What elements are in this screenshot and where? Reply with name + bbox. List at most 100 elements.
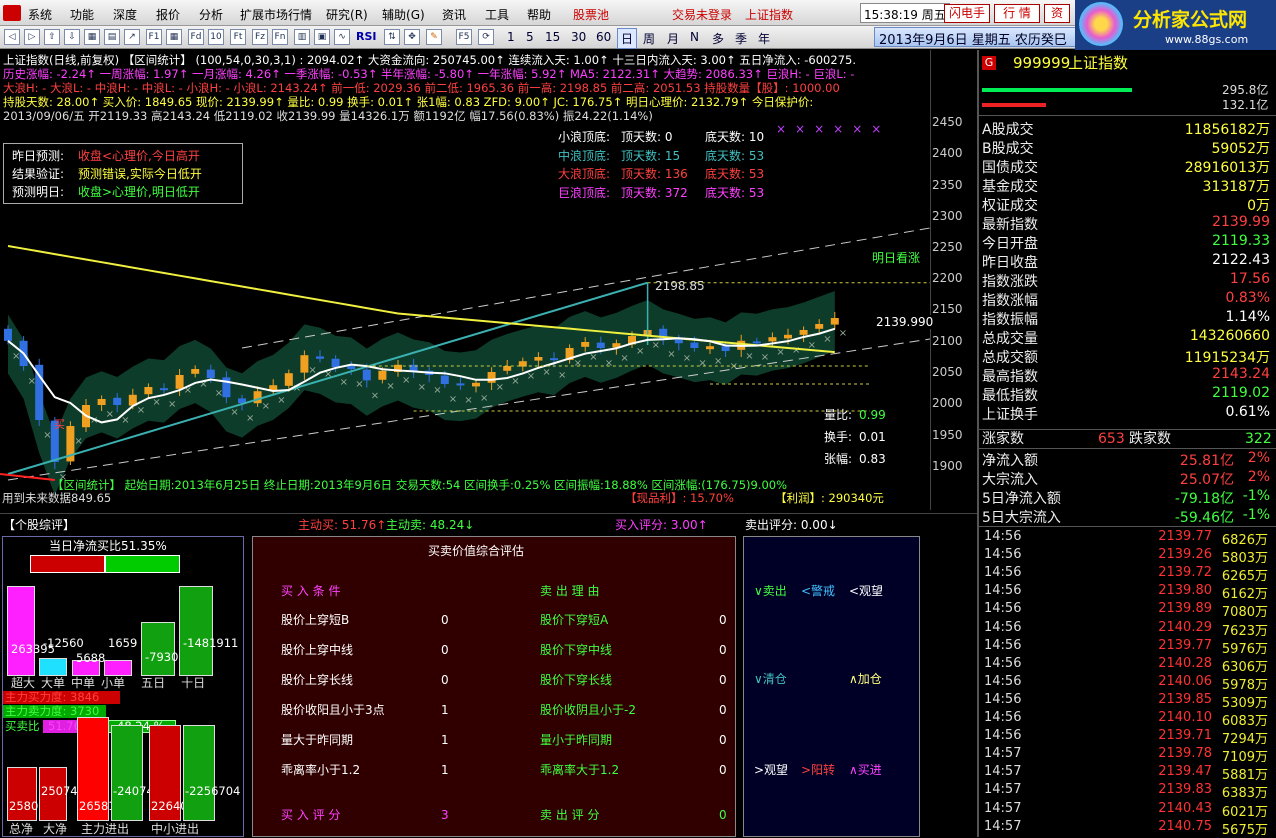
chart-icon[interactable]: ↗ bbox=[124, 29, 140, 45]
indicator-line-3: 大浪H: - 大浪L: - 中浪H: - 中浪L: - 小浪H: - 小浪L: … bbox=[3, 81, 840, 95]
sell-reason: 股价下穿中线 bbox=[540, 643, 613, 657]
period-day[interactable]: 日 bbox=[617, 28, 638, 49]
menu-stock-pool[interactable]: 股票池 bbox=[573, 6, 609, 23]
tick-volume: 5881万 bbox=[1221, 768, 1268, 784]
indicator-line-1: 上证指数(日线,前复权) 【区间统计】 (100,54,0,30,3,1) : … bbox=[3, 53, 856, 67]
period-1min[interactable]: 1 bbox=[507, 30, 515, 44]
trade-login-status[interactable]: 交易未登录 bbox=[672, 6, 732, 23]
forecast-label: 昨日预测: bbox=[12, 149, 65, 163]
tick-time: 14:56 bbox=[984, 583, 1022, 599]
tick-volume: 6306万 bbox=[1221, 659, 1268, 675]
menu-quote[interactable]: 报价 bbox=[156, 6, 180, 23]
menu-depth[interactable]: 深度 bbox=[113, 6, 137, 23]
f1-icon[interactable]: F1 bbox=[146, 29, 162, 45]
quote-row-value: 1.14% bbox=[1225, 309, 1270, 325]
menu-info[interactable]: 资讯 bbox=[442, 6, 466, 23]
tick-row: 14:57 2139.78 7109万 bbox=[982, 746, 1274, 765]
wave-top: 顶天数: 136 bbox=[621, 167, 688, 181]
period-15min[interactable]: 15 bbox=[545, 30, 560, 44]
period-30min[interactable]: 30 bbox=[571, 30, 586, 44]
date-banner: 2013年9月6日 星期五 农历癸巳 bbox=[874, 27, 1084, 47]
menu-tools[interactable]: 工具 bbox=[485, 6, 509, 23]
signal-clear: ∨清仓 bbox=[754, 672, 787, 686]
quote-row-value: 2122.43 bbox=[1212, 252, 1270, 268]
period-year[interactable]: 年 bbox=[758, 30, 770, 47]
quote-row-value: 0.83% bbox=[1225, 290, 1270, 306]
quote-row-label: 最高指数 bbox=[982, 369, 1038, 385]
layout-icon[interactable]: ▥ bbox=[294, 29, 310, 45]
f5-icon[interactable]: F5 bbox=[456, 29, 472, 45]
list-icon[interactable]: ▤ bbox=[104, 29, 120, 45]
f10-icon[interactable]: 10 bbox=[208, 29, 224, 45]
x-marker: × bbox=[152, 397, 160, 408]
tick-row: 14:56 2140.06 5978万 bbox=[982, 674, 1274, 693]
tick-price: 2139.47 bbox=[1158, 764, 1212, 780]
signal-add: ∧加仓 bbox=[849, 672, 882, 686]
menu-function[interactable]: 功能 bbox=[70, 6, 94, 23]
ft-icon[interactable]: Ft bbox=[230, 29, 246, 45]
period-quarter[interactable]: 季 bbox=[735, 30, 747, 47]
wave-icon[interactable]: ∿ bbox=[334, 29, 350, 45]
period-multi[interactable]: 多 bbox=[712, 30, 724, 47]
wave-name: 巨浪顶底: bbox=[558, 186, 611, 200]
arrows-icon[interactable]: ⇅ bbox=[384, 29, 400, 45]
move-icon[interactable]: ✥ bbox=[404, 29, 420, 45]
flow-row-pct: 2% bbox=[1247, 450, 1270, 466]
last-price-label: 2139.990 bbox=[876, 315, 934, 329]
back-icon[interactable]: ◁ bbox=[4, 29, 20, 45]
tick-price: 2139.77 bbox=[1158, 637, 1212, 653]
y-tick: 2200 bbox=[932, 271, 963, 285]
period-n[interactable]: N bbox=[690, 30, 699, 44]
menu-help[interactable]: 帮助 bbox=[527, 6, 551, 23]
period-week[interactable]: 周 bbox=[643, 30, 655, 47]
grid-icon[interactable]: ▦ bbox=[84, 29, 100, 45]
buy-score-value: 3 bbox=[441, 808, 449, 822]
quote-row-value: 28916013万 bbox=[1184, 160, 1270, 176]
buy-condition: 股价上穿短B bbox=[281, 613, 350, 627]
period-60min[interactable]: 60 bbox=[596, 30, 611, 44]
menu-system[interactable]: 系统 bbox=[28, 6, 52, 23]
flash-trade-button[interactable]: 闪电手 bbox=[944, 4, 990, 23]
sell-score-value: 0 bbox=[719, 808, 727, 822]
candle bbox=[4, 328, 12, 341]
menu-assist[interactable]: 辅助(G) bbox=[382, 6, 425, 23]
review-status-bar: 【个股综评】 主动买: 51.76↑ 主动卖: 48.24↓ 买入评分: 3.0… bbox=[0, 513, 977, 533]
period-5min[interactable]: 5 bbox=[526, 30, 534, 44]
rsi-button[interactable]: RSI bbox=[356, 30, 377, 43]
flow-row-pct: 2% bbox=[1247, 469, 1270, 485]
info-button[interactable]: 资 bbox=[1044, 4, 1070, 23]
fd-icon[interactable]: Fd bbox=[188, 29, 204, 45]
table-icon[interactable]: ▦ bbox=[166, 29, 182, 45]
period-month[interactable]: 月 bbox=[667, 30, 679, 47]
up-icon[interactable]: ⇧ bbox=[44, 29, 60, 45]
quote-row-value: 143260660 bbox=[1189, 328, 1270, 344]
quote-row-value: 0.61% bbox=[1225, 404, 1270, 420]
candle bbox=[487, 372, 496, 383]
x-marker: × bbox=[480, 393, 488, 404]
pencil-icon[interactable]: ✎ bbox=[426, 29, 442, 45]
candle bbox=[284, 373, 293, 386]
quote-row-value: 11915234万 bbox=[1184, 350, 1270, 366]
down-icon[interactable]: ⇩ bbox=[64, 29, 80, 45]
fz-icon[interactable]: Fz bbox=[252, 29, 268, 45]
forward-icon[interactable]: ▷ bbox=[24, 29, 40, 45]
fn-icon[interactable]: Fn bbox=[272, 29, 288, 45]
quote-row: 指数涨跌 17.56 bbox=[982, 271, 1274, 290]
split-icon[interactable]: ▣ bbox=[314, 29, 330, 45]
menu-extended-market[interactable]: 扩展市场行情 bbox=[240, 6, 312, 23]
tick-row: 14:56 2139.85 5309万 bbox=[982, 692, 1274, 711]
menu-analysis[interactable]: 分析 bbox=[199, 6, 223, 23]
candle bbox=[596, 342, 605, 348]
refresh-icon[interactable]: ⟳ bbox=[478, 29, 494, 45]
x-marker: × bbox=[667, 349, 675, 360]
flow-row-value: -79.18亿 bbox=[1174, 491, 1234, 507]
logo-title: 分析家公式网 bbox=[1133, 9, 1248, 31]
quote-button[interactable]: 行 情 bbox=[994, 4, 1040, 23]
quote-row-label: 昨日收盘 bbox=[982, 255, 1038, 271]
x-marker: × bbox=[355, 379, 363, 390]
tomorrow-label: 明日看涨 bbox=[872, 251, 921, 265]
flow-row: 5日净流入额 -79.18亿 -1% bbox=[982, 488, 1274, 507]
flow-row-label: 5日大宗流入 bbox=[982, 510, 1061, 526]
menu-research[interactable]: 研究(R) bbox=[326, 6, 368, 23]
x-marker: × bbox=[511, 376, 519, 387]
